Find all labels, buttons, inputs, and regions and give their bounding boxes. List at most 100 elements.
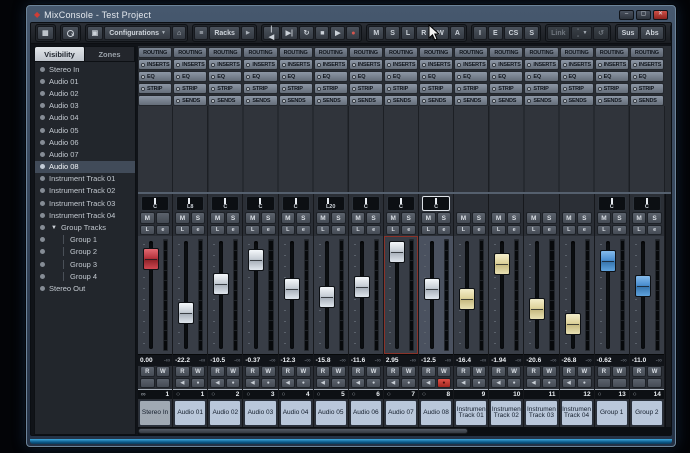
sidebar-tab-zones[interactable]: Zones — [85, 47, 135, 61]
read-button[interactable]: R — [316, 366, 331, 377]
rack-sends[interactable]: SENDS — [208, 95, 242, 106]
find-channel-button[interactable] — [62, 26, 79, 40]
write-button[interactable]: W — [296, 366, 311, 377]
sidebar-item-audio-08[interactable]: ▼ Audio 08 — [35, 161, 135, 173]
listen-button[interactable]: L — [210, 225, 225, 235]
edit-button[interactable]: e — [612, 225, 627, 235]
fader-cap[interactable] — [635, 275, 651, 297]
rack-routing[interactable]: ROUTING — [173, 47, 207, 58]
solo-button[interactable]: S — [612, 212, 627, 224]
sidebar-item-audio-07[interactable]: ▼ Audio 07 — [35, 148, 135, 160]
record-button[interactable]: ● — [261, 378, 276, 388]
rack-inserts[interactable]: INSERTS — [454, 59, 488, 70]
rack-sends[interactable]: SENDS — [560, 95, 594, 106]
sidebar-item-audio-05[interactable]: ▼ Audio 05 — [35, 124, 135, 136]
listen-button[interactable]: L — [597, 225, 612, 235]
mixer-view-button[interactable]: ▦ — [37, 26, 54, 40]
listen-button[interactable]: L — [632, 225, 647, 235]
global-w-button[interactable]: W — [432, 26, 449, 40]
rack-inserts[interactable]: INSERTS — [384, 59, 418, 70]
sidebar-tab-visibility[interactable]: Visibility — [35, 47, 85, 61]
edit-button[interactable]: e — [577, 225, 592, 235]
write-button[interactable]: W — [331, 366, 346, 377]
rack-sends[interactable]: SENDS — [489, 95, 523, 106]
link-button[interactable]: Link — [547, 26, 570, 40]
monitor-button[interactable]: ◀ — [526, 378, 541, 388]
rack-inserts[interactable]: INSERTS — [560, 59, 594, 70]
record-button[interactable]: ● — [296, 378, 311, 388]
rack-inserts[interactable]: INSERTS — [314, 59, 348, 70]
rack-strip[interactable]: STRIP — [524, 83, 558, 94]
cycle-button[interactable]: ↻ — [299, 26, 315, 40]
pan-control[interactable]: C — [211, 196, 239, 211]
mute-button[interactable]: M — [210, 212, 225, 224]
read-button[interactable]: R — [491, 366, 506, 377]
sidebar-item-group-2[interactable]: ▼ Group 2 — [35, 246, 135, 258]
play-button[interactable]: ▶ — [330, 26, 345, 40]
read-button[interactable]: R — [386, 366, 401, 377]
record-button[interactable]: ● — [191, 378, 206, 388]
monitor-button[interactable]: ◀ — [316, 378, 331, 388]
windows-icon-button[interactable]: ▣ — [87, 26, 104, 40]
listen-button[interactable]: L — [456, 225, 471, 235]
mute-button[interactable]: M — [632, 212, 647, 224]
solo-button[interactable]: S — [366, 212, 381, 224]
fader-cap[interactable] — [213, 273, 229, 295]
write-button[interactable]: W — [472, 366, 487, 377]
global-l-button[interactable]: L — [401, 26, 415, 40]
rack-sends[interactable]: SENDS — [279, 95, 313, 106]
rack-eq[interactable]: EQ — [419, 71, 453, 82]
listen-button[interactable]: L — [386, 225, 401, 235]
read-button[interactable]: R — [632, 366, 647, 377]
maximize-button[interactable]: ▢ — [636, 10, 651, 20]
close-button[interactable]: ✕ — [653, 10, 668, 20]
fader-cap[interactable] — [248, 249, 264, 271]
fader[interactable] — [423, 238, 441, 352]
channel-name[interactable]: Audio 07 — [385, 400, 417, 426]
rack-eq[interactable]: EQ — [314, 71, 348, 82]
fader-cap[interactable] — [354, 276, 370, 298]
rack-routing[interactable]: ROUTING — [279, 47, 313, 58]
fader-cap[interactable] — [284, 278, 300, 300]
write-button[interactable]: W — [401, 366, 416, 377]
read-button[interactable]: R — [597, 366, 612, 377]
write-button[interactable]: W — [191, 366, 206, 377]
channel-name[interactable]: Audio 01 — [174, 400, 206, 426]
fader[interactable] — [564, 238, 582, 352]
rack-strip[interactable]: STRIP — [349, 83, 383, 94]
rack-routing[interactable]: ROUTING — [314, 47, 348, 58]
monitor-button[interactable]: ◀ — [245, 378, 260, 388]
read-button[interactable]: R — [421, 366, 436, 377]
channel-name[interactable]: Audio 08 — [420, 400, 452, 426]
rack-sends[interactable] — [138, 95, 172, 106]
mute-button[interactable]: M — [386, 212, 401, 224]
rack-routing[interactable]: ROUTING — [630, 47, 664, 58]
mute-button[interactable]: M — [562, 212, 577, 224]
fader-cap[interactable] — [143, 248, 159, 270]
rack-strip[interactable]: STRIP — [384, 83, 418, 94]
sidebar-item-group-1[interactable]: ▼ Group 1 — [35, 234, 135, 246]
read-button[interactable]: R — [456, 366, 471, 377]
racks-dropdown[interactable]: Racks — [209, 26, 240, 40]
channel-name[interactable]: Instrumen Track 03 — [525, 400, 557, 426]
fader[interactable] — [247, 238, 265, 352]
sidebar-item-instrument-track-03[interactable]: ▼ Instrument Track 03 — [35, 197, 135, 209]
sidebar-item-instrument-track-04[interactable]: ▼ Instrument Track 04 — [35, 209, 135, 221]
rack-strip[interactable]: STRIP — [173, 83, 207, 94]
rack-eq[interactable]: EQ — [349, 71, 383, 82]
rack-inserts[interactable]: INSERTS — [595, 59, 629, 70]
monitor-button[interactable]: ◀ — [386, 378, 401, 388]
rack-routing[interactable]: ROUTING — [454, 47, 488, 58]
edit-button[interactable]: e — [647, 225, 662, 235]
titlebar[interactable]: ◆ MixConsole - Test Project – ▢ ✕ — [30, 7, 672, 22]
configurations-dropdown[interactable]: Configurations▼ — [104, 26, 171, 40]
listen-button[interactable]: L — [245, 225, 260, 235]
global-m-button[interactable]: M — [368, 26, 384, 40]
read-button[interactable]: R — [562, 366, 577, 377]
view-s-button[interactable]: S — [524, 26, 539, 40]
solo-button[interactable]: S — [226, 212, 241, 224]
sidebar-item-stereo-out[interactable]: ▼ Stereo Out — [35, 282, 135, 294]
fader[interactable] — [634, 238, 652, 352]
write-button[interactable]: W — [156, 366, 171, 377]
channel-name[interactable]: Group 1 — [596, 400, 628, 426]
